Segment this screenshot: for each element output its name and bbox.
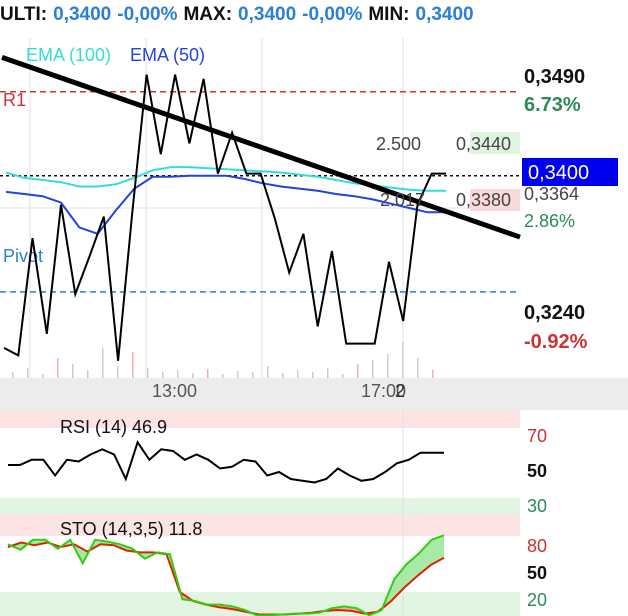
rsi-level-50: 50 xyxy=(527,461,547,481)
volume-bar xyxy=(27,368,29,378)
rsi-level-30: 30 xyxy=(527,496,547,516)
volume-bar xyxy=(222,374,224,378)
sto-level-80: 80 xyxy=(527,536,547,556)
time-axis-strip xyxy=(0,378,628,410)
orderbook-bid-price: 0,3380 xyxy=(456,190,511,210)
volume-bar xyxy=(402,342,404,378)
sto-panel: STO (14,3,5) 11.8 80 50 20 xyxy=(0,514,547,616)
volume-bar xyxy=(297,370,299,378)
volume-bar xyxy=(177,370,179,378)
legend-ema50: EMA (50) xyxy=(130,45,205,65)
volume-bar xyxy=(252,372,254,378)
volume-bar xyxy=(132,352,134,378)
rsi-oversold-zone xyxy=(0,498,520,514)
volume-bar xyxy=(207,369,209,378)
volume-bar xyxy=(57,358,59,378)
current-price: 0,3400 xyxy=(528,162,589,184)
price-line xyxy=(3,74,446,361)
orderbook-ask-qty: 2.500 xyxy=(376,134,421,154)
volume-bar xyxy=(387,354,389,378)
volume-bar xyxy=(87,370,89,378)
volume-bar xyxy=(342,374,344,378)
time-label-13: 13:00 xyxy=(152,381,197,401)
volume-bar xyxy=(147,368,149,378)
volume-bar xyxy=(357,364,359,378)
volume-bar xyxy=(432,370,434,378)
volume-bar xyxy=(102,348,104,378)
volume-bar xyxy=(72,364,74,378)
time-label-day: 2 xyxy=(395,381,405,401)
axis-mid-pct: 2.86% xyxy=(524,211,575,231)
axis-mid-price: 0,3364 xyxy=(524,184,579,204)
axis-top-pct: 6.73% xyxy=(524,94,581,116)
volume-bar xyxy=(192,373,194,378)
rsi-line xyxy=(8,440,444,484)
trendline[interactable] xyxy=(1,55,521,240)
rsi-level-70: 70 xyxy=(527,426,547,446)
sto-oversold-zone xyxy=(0,592,520,616)
volume-bar xyxy=(282,373,284,378)
sto-level-20: 20 xyxy=(527,590,547,610)
volume-bar xyxy=(267,366,269,378)
orderbook-bid-qty: 2.017 xyxy=(380,190,425,210)
axis-low-pct: -0.92% xyxy=(524,331,588,353)
rsi-title: RSI (14) 46.9 xyxy=(60,417,167,437)
legend-ema100: EMA (100) xyxy=(26,45,111,65)
volume-bar xyxy=(417,358,419,378)
axis-top-price: 0,3490 xyxy=(524,66,585,88)
sto-level-50: 50 xyxy=(527,563,547,583)
chart-canvas[interactable]: 13:00 17:00 2 R1 Pivot EMA (100) EMA (50… xyxy=(0,0,628,616)
axis-low-price: 0,3240 xyxy=(524,302,585,324)
volume-bar xyxy=(327,368,329,378)
volume-bars xyxy=(12,342,434,378)
orderbook-ask-price: 0,3440 xyxy=(456,134,511,154)
volume-bar xyxy=(162,372,164,378)
r1-label: R1 xyxy=(3,90,26,110)
volume-bar xyxy=(237,371,239,378)
volume-bar xyxy=(312,372,314,378)
sto-title: STO (14,3,5) 11.8 xyxy=(60,519,202,539)
volume-bar xyxy=(12,372,14,378)
volume-bar xyxy=(117,366,119,378)
volume-bar xyxy=(42,374,44,378)
rsi-panel: RSI (14) 46.9 70 50 30 xyxy=(0,410,547,516)
volume-bar xyxy=(372,360,374,378)
